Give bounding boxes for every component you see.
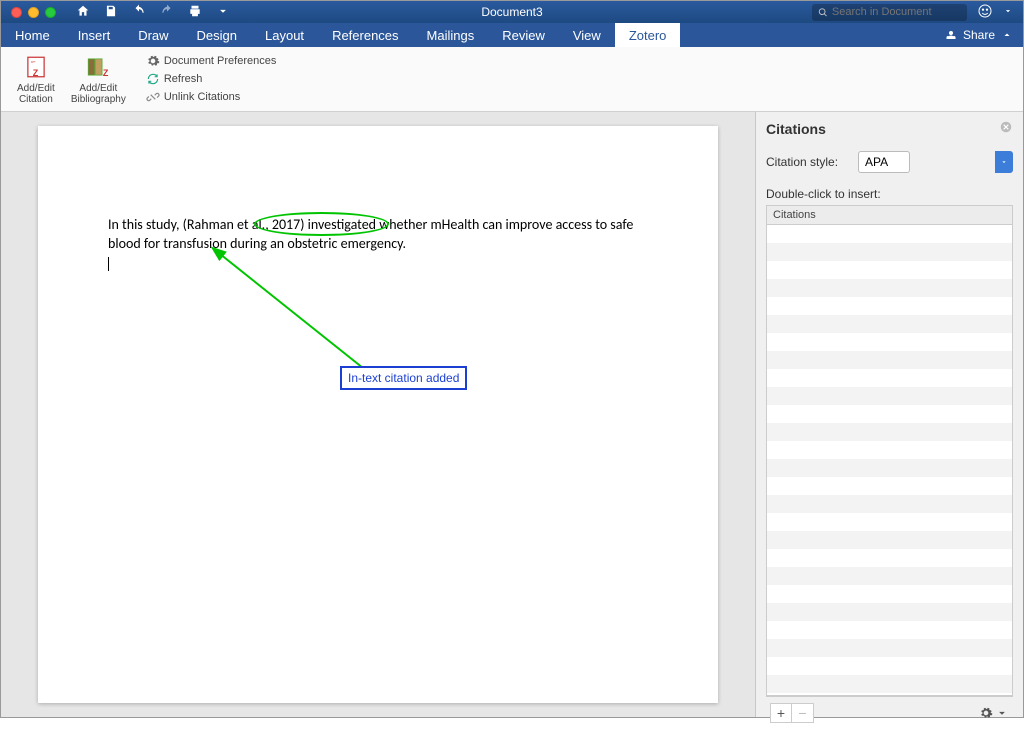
refresh-icon — [146, 72, 160, 86]
ribbon-tabs: Home Insert Draw Design Layout Reference… — [1, 23, 1023, 47]
tab-zotero[interactable]: Zotero — [615, 23, 681, 47]
document-page[interactable]: In this study, (Rahman et al., 2017) inv… — [38, 126, 718, 703]
citations-list[interactable] — [767, 225, 1012, 695]
workspace: In this study, (Rahman et al., 2017) inv… — [1, 112, 1023, 717]
tab-layout[interactable]: Layout — [251, 23, 318, 47]
close-panel-button[interactable] — [999, 120, 1013, 137]
share-button[interactable]: Share — [963, 28, 995, 42]
add-edit-citation-label: Add/Edit Citation — [17, 83, 55, 105]
add-edit-citation-button[interactable]: “”Z Add/Edit Citation — [9, 51, 63, 107]
annotation-callout: In-text citation added — [340, 366, 467, 390]
svg-text:Z: Z — [33, 68, 39, 78]
doc-prefs-label: Document Preferences — [164, 55, 277, 67]
search-input[interactable] — [832, 6, 961, 18]
feedback-icon[interactable] — [977, 3, 993, 22]
svg-text:“”: “” — [31, 60, 35, 67]
tab-references[interactable]: References — [318, 23, 412, 47]
search-icon — [818, 7, 828, 18]
text-cursor — [108, 257, 109, 271]
citation-style-label: Citation style: — [766, 155, 838, 169]
titlebar: Document3 — [1, 1, 1023, 23]
tab-design[interactable]: Design — [183, 23, 251, 47]
chevron-down-icon[interactable] — [1003, 6, 1013, 19]
add-citation-button[interactable]: + — [770, 703, 792, 723]
tab-home[interactable]: Home — [1, 23, 64, 47]
add-edit-bibliography-label: Add/Edit Bibliography — [71, 83, 126, 105]
document-area[interactable]: In this study, (Rahman et al., 2017) inv… — [1, 112, 755, 717]
citation-style-select[interactable]: APA — [858, 151, 910, 173]
home-icon[interactable] — [76, 4, 90, 21]
undo-icon[interactable] — [132, 4, 146, 21]
refresh-button[interactable]: Refresh — [142, 71, 281, 87]
unlink-icon — [146, 90, 160, 104]
svg-text:Z: Z — [103, 68, 109, 78]
tab-view[interactable]: View — [559, 23, 615, 47]
remove-citation-button[interactable]: − — [792, 703, 814, 723]
zoom-window-button[interactable] — [45, 7, 56, 18]
ribbon: “”Z Add/Edit Citation Z Add/Edit Bibliog… — [1, 47, 1023, 112]
collapse-ribbon-icon[interactable] — [1001, 29, 1013, 41]
citation-icon: “”Z — [22, 53, 50, 81]
window-controls — [1, 7, 66, 18]
tab-insert[interactable]: Insert — [64, 23, 125, 47]
citations-panel: Citations Citation style: APA Double-cli… — [755, 112, 1023, 717]
text-before: In this study, — [108, 216, 183, 233]
refresh-label: Refresh — [164, 73, 203, 85]
close-window-button[interactable] — [11, 7, 22, 18]
document-paragraph[interactable]: In this study, (Rahman et al., 2017) inv… — [108, 216, 648, 254]
in-text-citation[interactable]: (Rahman et al., 2017) — [183, 216, 305, 233]
unlink-citations-button[interactable]: Unlink Citations — [142, 89, 281, 105]
unlink-label: Unlink Citations — [164, 91, 240, 103]
search-box[interactable] — [812, 4, 967, 21]
bibliography-icon: Z — [84, 53, 112, 81]
save-icon[interactable] — [104, 4, 118, 21]
print-icon[interactable] — [188, 4, 202, 21]
redo-icon[interactable] — [160, 4, 174, 21]
add-edit-bibliography-button[interactable]: Z Add/Edit Bibliography — [63, 51, 134, 107]
tab-draw[interactable]: Draw — [124, 23, 182, 47]
citations-column-header[interactable]: Citations — [767, 206, 1012, 225]
share-icon — [945, 29, 957, 41]
citations-table[interactable]: Citations — [766, 205, 1013, 696]
document-title: Document3 — [481, 5, 542, 19]
chevron-down-icon[interactable] — [216, 4, 230, 21]
tab-mailings[interactable]: Mailings — [413, 23, 489, 47]
panel-title: Citations — [766, 121, 826, 137]
document-preferences-button[interactable]: Document Preferences — [142, 53, 281, 69]
minimize-window-button[interactable] — [28, 7, 39, 18]
tab-review[interactable]: Review — [488, 23, 559, 47]
close-icon — [999, 120, 1013, 134]
gear-icon — [146, 54, 160, 68]
chevron-down-icon — [995, 151, 1013, 173]
insert-hint: Double-click to insert: — [766, 187, 1013, 201]
